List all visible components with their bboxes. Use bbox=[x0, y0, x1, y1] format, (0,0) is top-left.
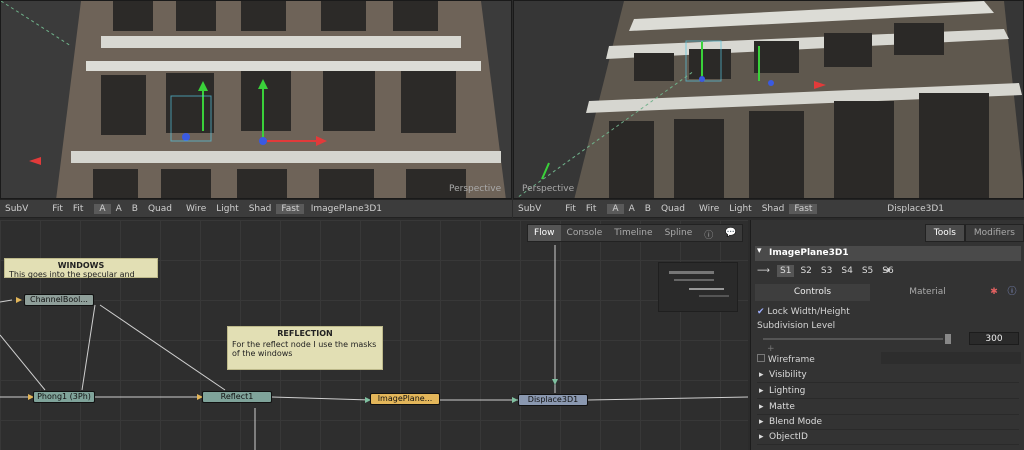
quad-button[interactable]: Quad bbox=[143, 204, 177, 214]
a-checker-button[interactable]: A bbox=[624, 204, 640, 214]
checkbox-icon[interactable] bbox=[757, 354, 765, 362]
viewport-label: Perspective bbox=[449, 184, 502, 194]
flow-minimap[interactable] bbox=[658, 262, 738, 312]
lock-width-height[interactable]: ✔ Lock Width/Height bbox=[757, 307, 850, 317]
pin-icon[interactable]: ⟶ bbox=[757, 266, 770, 276]
note-windows[interactable]: WINDOWS This goes into the specular and bbox=[4, 258, 158, 279]
wire-button[interactable]: Wire bbox=[694, 204, 724, 214]
building-render-left bbox=[1, 1, 511, 198]
shad-button[interactable]: Shad bbox=[244, 204, 277, 214]
flow-editor[interactable]: WINDOWS This goes into the specular and … bbox=[0, 220, 748, 450]
viewport-toolbar-left: SubV Fit Fit A A B Quad Wire Light Shad … bbox=[0, 199, 512, 218]
add-icon[interactable]: + bbox=[767, 344, 775, 354]
lock-label: Lock Width/Height bbox=[767, 307, 850, 317]
viewport-toolbar-right: SubV Fit Fit A A B Quad Wire Light Shad … bbox=[513, 199, 1024, 218]
tab-flow[interactable]: Flow bbox=[528, 225, 561, 241]
node-displace[interactable]: Displace3D1 bbox=[518, 394, 588, 406]
subv-button[interactable]: SubV bbox=[0, 204, 33, 214]
wireframe-toggle[interactable]: Wireframe bbox=[757, 354, 815, 365]
quad-button[interactable]: Quad bbox=[656, 204, 690, 214]
shad-button[interactable]: Shad bbox=[757, 204, 790, 214]
building-render-right bbox=[514, 1, 1023, 198]
inspector-tabs: Tools Modifiers bbox=[924, 224, 1024, 242]
section-lighting[interactable]: Lighting bbox=[757, 384, 1019, 399]
minimap-preview bbox=[669, 271, 729, 297]
viewport-left[interactable]: Perspective bbox=[0, 0, 512, 199]
gear-icon[interactable]: ✱ bbox=[985, 284, 1003, 301]
wireframe-label: Wireframe bbox=[767, 355, 815, 365]
note-title: WINDOWS bbox=[57, 261, 105, 270]
light-button[interactable]: Light bbox=[724, 204, 756, 214]
tab-console[interactable]: Console bbox=[561, 225, 609, 241]
subdivision-slider[interactable] bbox=[763, 338, 943, 340]
inspector-panel: Tools Modifiers ImagePlane3D1 ▾ ⟶ S1 S2 … bbox=[750, 220, 1024, 450]
section-tabs: Controls Material ✱ ⓘ bbox=[755, 284, 1021, 301]
b-button[interactable]: B bbox=[127, 204, 143, 214]
flow-tabbar: Flow Console Timeline Spline ⓘ 💬 bbox=[527, 224, 744, 242]
tab-modifiers[interactable]: Modifiers bbox=[964, 224, 1024, 242]
scene-tab-s5[interactable]: S5 bbox=[859, 265, 876, 277]
fit-button[interactable]: Fit bbox=[47, 204, 68, 214]
tool-header[interactable]: ImagePlane3D1 bbox=[755, 246, 1021, 261]
viewport-label: Perspective bbox=[522, 184, 575, 194]
a-button[interactable]: A bbox=[94, 203, 111, 214]
node-imageplane[interactable]: ImagePlane... bbox=[370, 393, 440, 405]
section-objectid[interactable]: ObjectID bbox=[757, 430, 1019, 445]
subv-button[interactable]: SubV bbox=[513, 204, 546, 214]
tab-controls[interactable]: Controls bbox=[755, 284, 870, 301]
section-blend-mode[interactable]: Blend Mode bbox=[757, 415, 1019, 430]
note-title: REFLECTION bbox=[277, 329, 333, 338]
fit-toggle-button[interactable]: Fit bbox=[68, 204, 89, 214]
tab-spline[interactable]: Spline bbox=[659, 225, 699, 241]
comment-icon[interactable]: 💬 bbox=[719, 225, 742, 241]
fit-toggle-button[interactable]: Fit bbox=[581, 204, 602, 214]
viewport-right[interactable]: Perspective bbox=[513, 0, 1024, 199]
scene-tab-s2[interactable]: S2 bbox=[797, 265, 814, 277]
subdivision-label: Subdivision Level bbox=[757, 321, 836, 331]
wire-button[interactable]: Wire bbox=[181, 204, 211, 214]
wireframe-field[interactable] bbox=[881, 352, 1021, 364]
note-body: This goes into the specular and bbox=[9, 270, 135, 279]
note-reflection[interactable]: REFLECTION For the reflect node I use th… bbox=[227, 326, 383, 370]
slider-handle[interactable] bbox=[945, 334, 951, 344]
fast-button[interactable]: Fast bbox=[276, 203, 305, 214]
info-icon[interactable]: ⓘ bbox=[1003, 284, 1021, 301]
a-checker-button[interactable]: A bbox=[111, 204, 127, 214]
scene-tabs: S1 S2 S3 S4 S5 S6 bbox=[777, 265, 897, 277]
viewport-title: ImagePlane3D1 bbox=[310, 203, 382, 214]
tab-timeline[interactable]: Timeline bbox=[608, 225, 658, 241]
viewport-title: Displace3D1 bbox=[887, 203, 944, 214]
info-icon[interactable]: ⓘ bbox=[698, 225, 719, 241]
section-visibility[interactable]: Visibility bbox=[757, 368, 1019, 383]
node-phong[interactable]: Phong1 (3Ph) bbox=[33, 391, 95, 403]
fast-button[interactable]: Fast bbox=[789, 203, 818, 214]
note-body: For the reflect node I use the masks of … bbox=[232, 340, 377, 358]
section-matte[interactable]: Matte bbox=[757, 400, 1019, 415]
b-button[interactable]: B bbox=[640, 204, 656, 214]
tab-material[interactable]: Material bbox=[870, 284, 985, 301]
collapse-icon[interactable]: ▾ bbox=[757, 246, 762, 256]
node-channelbool[interactable]: ChannelBool... bbox=[24, 294, 94, 306]
subdivision-value[interactable]: 300 bbox=[969, 332, 1019, 345]
scene-tab-s1[interactable]: S1 bbox=[777, 265, 795, 277]
light-button[interactable]: Light bbox=[211, 204, 243, 214]
scene-tab-s3[interactable]: S3 bbox=[818, 265, 835, 277]
node-reflect[interactable]: Reflect1 bbox=[202, 391, 272, 403]
fit-button[interactable]: Fit bbox=[560, 204, 581, 214]
tab-tools[interactable]: Tools bbox=[924, 224, 965, 242]
checkbox-checked-icon[interactable]: ✔ bbox=[757, 307, 765, 317]
a-button[interactable]: A bbox=[607, 203, 624, 214]
link-icon[interactable]: ➜ bbox=[883, 266, 891, 276]
scene-tab-s4[interactable]: S4 bbox=[838, 265, 855, 277]
